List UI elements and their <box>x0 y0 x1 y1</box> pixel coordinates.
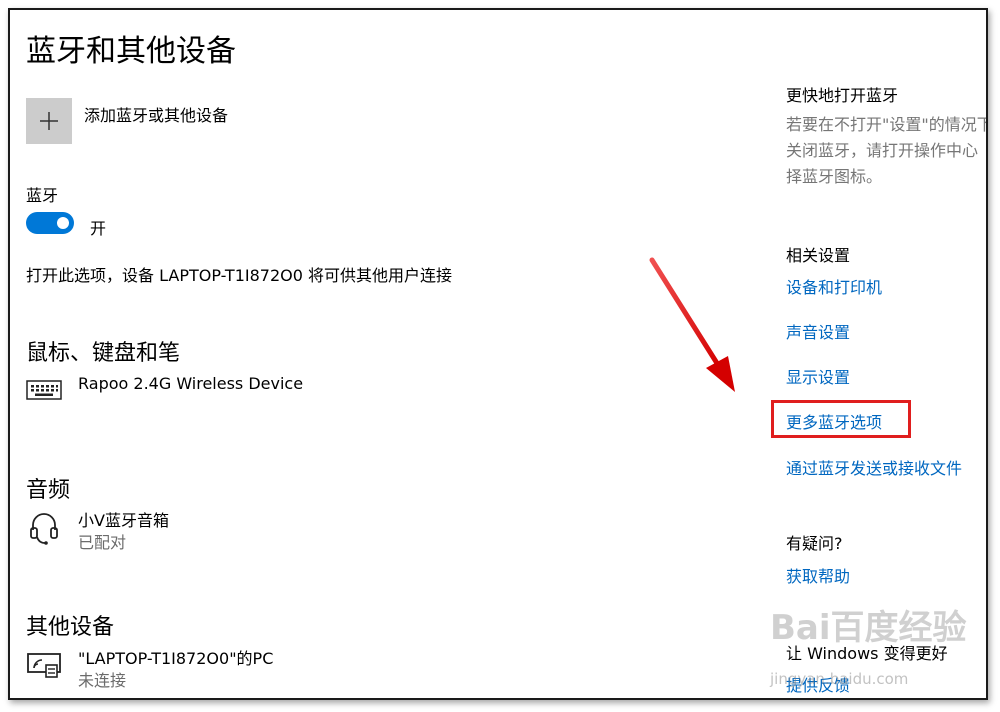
section-heading-mouse: 鼠标、键盘和笔 <box>26 341 181 366</box>
section-heading-audio: 音频 <box>26 478 71 503</box>
bluetooth-description: 打开此选项，设备 LAPTOP-T1I872O0 将可供其他用户连接 <box>26 266 453 285</box>
device-info: "LAPTOP-T1I872O0"的PC 未连接 <box>78 648 273 692</box>
device-info: 小V蓝牙音箱 已配对 <box>78 510 169 554</box>
link-get-help[interactable]: 获取帮助 <box>786 563 850 587</box>
quick-bluetooth-text: 若要在不打开"设置"的情况下 关闭蓝牙，请打开操作中心 择蓝牙图标。 <box>786 112 988 190</box>
device-name: "LAPTOP-T1I872O0"的PC <box>78 649 274 668</box>
add-device-label[interactable]: 添加蓝牙或其他设备 <box>84 102 228 126</box>
device-item-pc[interactable]: "LAPTOP-T1I872O0"的PC 未连接 <box>26 648 273 692</box>
quick-text-line: 若要在不打开"设置"的情况下 <box>786 115 988 134</box>
quick-text-line: 择蓝牙图标。 <box>786 167 883 186</box>
page-title: 蓝牙和其他设备 <box>26 34 236 69</box>
watermark-url: jingyan.baidu.com <box>770 670 909 688</box>
quick-bluetooth-heading: 更快地打开蓝牙 <box>786 86 899 105</box>
device-name: Rapoo 2.4G Wireless Device <box>78 374 304 393</box>
link-devices-printers[interactable]: 设备和打印机 <box>786 274 882 298</box>
link-display-settings[interactable]: 显示设置 <box>786 364 850 388</box>
device-status: 已配对 <box>78 533 127 552</box>
device-item-keyboard[interactable]: Rapoo 2.4G Wireless Device <box>26 372 303 408</box>
watermark-logo: Bai百度经验 <box>770 608 967 648</box>
keyboard-icon <box>26 372 62 408</box>
help-heading: 有疑问? <box>786 534 843 553</box>
link-sound-settings[interactable]: 声音设置 <box>786 319 850 343</box>
bluetooth-toggle-state: 开 <box>90 219 107 238</box>
related-settings-heading: 相关设置 <box>786 246 851 265</box>
settings-window: 蓝牙和其他设备 添加蓝牙或其他设备 蓝牙 开 打开此选项，设备 LAPTOP-T… <box>8 8 988 700</box>
device-name: 小V蓝牙音箱 <box>78 511 169 530</box>
bluetooth-label: 蓝牙 <box>26 186 59 205</box>
quick-text-line: 关闭蓝牙，请打开操作中心 <box>786 141 979 160</box>
section-heading-other: 其他设备 <box>26 615 115 640</box>
device-status: 未连接 <box>78 671 127 690</box>
toggle-knob <box>57 217 69 229</box>
bluetooth-toggle[interactable] <box>26 212 74 234</box>
add-device-button[interactable] <box>26 98 72 144</box>
headset-icon <box>26 510 62 546</box>
link-send-receive-files[interactable]: 通过蓝牙发送或接收文件 <box>786 455 962 479</box>
pc-wireless-icon <box>26 648 62 684</box>
plus-icon <box>40 112 58 130</box>
highlight-box <box>771 400 911 438</box>
red-arrow-icon <box>649 257 735 392</box>
device-item-speaker[interactable]: 小V蓝牙音箱 已配对 <box>26 510 169 554</box>
